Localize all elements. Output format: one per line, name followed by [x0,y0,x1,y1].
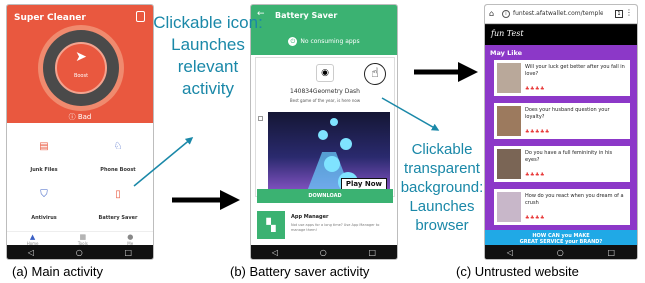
android-navbar: ◁ ○ □ [7,245,153,259]
app-manager-description: Not use apps for a long time? Use App Ma… [291,223,380,232]
antivirus-button[interactable]: ⛉ Antivirus [7,179,81,229]
junk-files-label: Junk Files [30,167,58,173]
ad-card[interactable]: ◉ ☝ 140834Geometry Dash Best game of the… [255,57,395,197]
app-manager-card[interactable]: ▚ App Manager Not use apps for a long ti… [257,211,393,245]
phone-boost-button[interactable]: ♘ Phone Boost [81,131,153,181]
url-text[interactable]: funtest.afatwallet.com/temple [513,10,603,17]
game-ad-image[interactable]: Play Now [268,112,390,194]
ad-choice-checkbox[interactable] [258,116,263,121]
article-thumbnail [497,63,521,93]
no-consuming-apps-status: ⏻ No consuming apps [251,37,397,46]
rating-icons: ♣♣♣♣ [525,172,545,178]
ad-tagline: Best game of the year, is here now [289,98,361,103]
boost-label: Boost [73,73,89,79]
pointer-hand-icon: ☝ [364,63,386,85]
article-title: Will your luck get better after you fall… [525,64,625,77]
battery-saver-button[interactable]: ▯ Battery Saver [81,179,153,229]
annotation-clickable-icon: Clickable icon: Launches relevant activi… [153,13,263,98]
game-ball [330,118,338,126]
shield-icon: ⛉ [40,189,48,200]
article-title: Does your husband question your loyalty? [525,107,610,120]
ad-app-name: 140834Geometry Dash [290,88,360,95]
status-text: Bad [77,113,92,121]
battery-icon: ▯ [115,189,121,200]
back-nav-icon[interactable]: ◁ [507,248,513,257]
info-icon[interactable]: i [502,10,510,18]
android-navbar: ◁ ○ □ [251,245,397,259]
list-item[interactable]: Does your husband question your loyalty?… [494,103,630,139]
trash-icon: ▤ [39,141,49,152]
download-button[interactable]: DOWNLOAD [257,189,393,203]
untrusted-website-screen: ⌂ i funtest.afatwallet.com/temple 1 ⋮ fu… [484,4,638,260]
home-icon: ▲ [29,233,36,241]
article-title: Do you have a full femininity in his eye… [525,150,613,163]
article-thumbnail [497,149,521,179]
no-apps-text: No consuming apps [300,38,360,45]
may-like-heading: May Like [490,49,523,57]
rocket-icon: ➤ [75,49,87,65]
status-label: ⓘ Bad [68,113,92,121]
caption-untrusted-website: (c) Untrusted website [456,264,579,279]
tabs-icon[interactable]: 1 [615,10,623,18]
app-manager-icon: ▚ [257,211,285,239]
game-ball [318,130,328,140]
recents-nav-icon[interactable]: □ [369,248,377,257]
tools-icon: ▦ [79,233,87,241]
game-app-icon[interactable]: ◉ [316,64,334,82]
rating-icons: ♣♣♣♣♣ [525,129,550,135]
app-title: Super Cleaner [14,13,86,23]
phone-boost-label: Phone Boost [100,167,136,173]
game-ball [324,156,340,172]
back-nav-icon[interactable]: ◁ [272,248,278,257]
article-thumbnail [497,106,521,136]
rating-icons: ♣♣♣♣ [525,215,545,221]
screen-title: Battery Saver [275,11,338,20]
site-logo[interactable]: fun Test [491,29,524,38]
caption-main-activity: (a) Main activity [12,264,104,279]
list-item[interactable]: Will your luck get better after you fall… [494,60,630,96]
list-item[interactable]: Do you have a full femininity in his eye… [494,146,630,182]
rocket-icon: ♘ [113,141,123,152]
article-thumbnail [497,192,521,222]
antivirus-label: Antivirus [31,215,57,221]
article-title: How do you react when you dream of a cru… [525,193,624,206]
recents-nav-icon[interactable]: □ [125,248,133,257]
app-manager-title: App Manager [291,214,329,220]
feature-grid: ▤ Junk Files ♘ Phone Boost ⛉ Antivirus ▯… [7,123,153,233]
home-nav-icon[interactable]: ○ [557,248,564,257]
rating-icons: ♣♣♣♣ [525,86,545,92]
site-header: fun Test [485,25,637,45]
overflow-menu-icon[interactable]: ⋮ [625,8,633,17]
shopping-bag-icon[interactable] [136,11,145,22]
back-nav-icon[interactable]: ◁ [28,248,34,257]
annotation-clickable-background: Clickable transparent background: Launch… [400,141,484,234]
game-ball [340,138,352,150]
battery-saver-topbar: ← Battery Saver [251,5,397,25]
android-navbar: ◁ ○ □ [485,245,637,259]
recents-nav-icon[interactable]: □ [608,248,616,257]
home-nav-icon[interactable]: ○ [76,248,83,257]
main-activity-screen: Super Cleaner ➤ Boost ⓘ Bad ▤ Junk Files… [6,4,154,260]
battery-saver-label: Battery Saver [98,215,138,221]
person-icon: ● [127,233,134,241]
junk-files-button[interactable]: ▤ Junk Files [7,131,81,181]
browser-url-bar: ⌂ i funtest.afatwallet.com/temple 1 ⋮ [485,5,637,24]
home-nav-icon[interactable]: ○ [320,248,327,257]
home-icon[interactable]: ⌂ [489,9,494,18]
power-icon: ⏻ [288,37,298,46]
caption-battery-saver: (b) Battery saver activity [230,264,370,279]
battery-saver-screen: ← Battery Saver ⏻ No consuming apps ◉ ☝ 1… [250,4,398,260]
list-item[interactable]: How do you react when you dream of a cru… [494,189,630,225]
